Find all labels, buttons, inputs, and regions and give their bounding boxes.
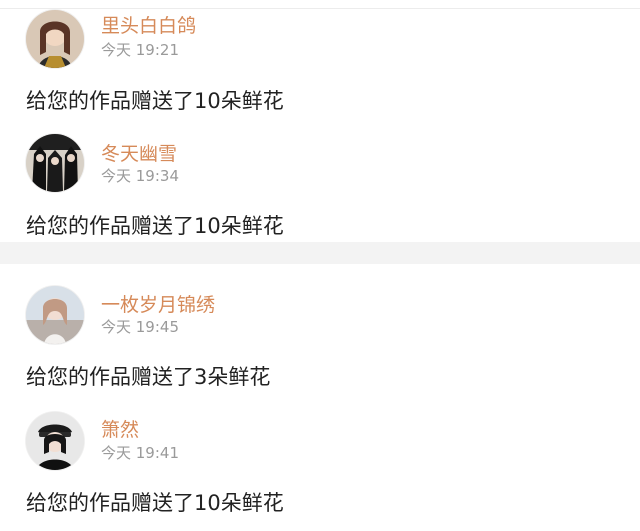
gift-message: 给您的作品赠送了10朵鲜花 — [26, 214, 284, 238]
username[interactable]: 一枚岁月锦绣 — [101, 293, 215, 317]
gift-message: 给您的作品赠送了3朵鲜花 — [26, 365, 271, 389]
avatar-icon[interactable] — [26, 286, 84, 344]
timestamp: 今天 19:41 — [101, 444, 179, 462]
avatar-icon[interactable] — [26, 134, 84, 192]
username[interactable]: 里头白白鸽 — [101, 14, 196, 38]
timestamp: 今天 19:34 — [101, 167, 179, 185]
top-divider — [0, 0, 640, 9]
gift-message: 给您的作品赠送了10朵鲜花 — [26, 491, 284, 515]
gift-message: 给您的作品赠送了10朵鲜花 — [26, 89, 284, 113]
timestamp: 今天 19:45 — [101, 318, 179, 336]
avatar-icon[interactable] — [26, 412, 84, 470]
timestamp: 今天 19:21 — [101, 41, 179, 59]
section-divider — [0, 242, 640, 264]
avatar-icon[interactable] — [26, 10, 84, 68]
username[interactable]: 冬天幽雪 — [101, 142, 177, 166]
username[interactable]: 箫然 — [101, 418, 139, 442]
